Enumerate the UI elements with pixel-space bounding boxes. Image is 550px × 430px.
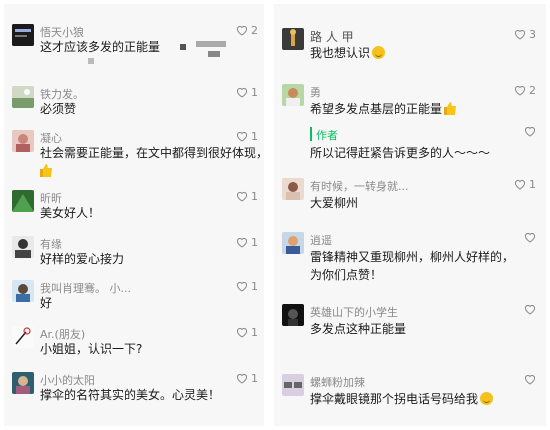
commenter-name[interactable]: 路 人 甲 [310, 28, 354, 45]
like-count: 1 [251, 190, 258, 203]
commenter-name[interactable]: 英雄山下的小学生 [310, 304, 398, 320]
smile-emoji [480, 392, 494, 405]
like-button[interactable]: 1 [236, 236, 258, 249]
like-button[interactable] [524, 374, 536, 385]
heart-outline-icon [515, 180, 525, 190]
like-count: 1 [251, 130, 258, 143]
like-button[interactable]: 1 [236, 280, 258, 293]
like-button[interactable]: 1 [236, 190, 258, 203]
like-button[interactable]: 1 [236, 86, 258, 99]
avatar[interactable] [12, 326, 34, 348]
comment-text-wrap: 撑伞戴眼镜那个拐电话号码给我 [310, 390, 494, 408]
avatar[interactable] [282, 232, 304, 254]
comment-text-wrap: 希望多发点基层的正能量 [310, 100, 457, 118]
comment-text: 撑伞的名符其实的美女。心灵美！ [40, 388, 221, 402]
thumbs-up-emoji [444, 102, 457, 115]
like-count: 1 [251, 86, 258, 99]
heart-outline-icon [515, 30, 525, 40]
heart-outline-icon [515, 86, 525, 96]
avatar[interactable] [282, 84, 304, 106]
avatar[interactable] [282, 374, 304, 396]
avatar[interactable] [12, 24, 34, 46]
heart-outline-icon [237, 238, 247, 248]
heart-outline-icon [237, 374, 247, 384]
comment-text: 美女好人！ [40, 206, 101, 220]
commenter-name[interactable]: 螺蛳粉加辣 [310, 374, 365, 390]
like-count: 1 [251, 280, 258, 293]
comment-text: 社会需要正能量，在文中都得到很好体现， [40, 146, 264, 160]
avatar[interactable] [282, 28, 304, 50]
like-button[interactable]: 3 [514, 28, 536, 41]
avatar[interactable] [12, 236, 34, 258]
like-button[interactable] [524, 232, 536, 243]
comment-text: 雷锋精神又重现柳州，柳州人好样的， [310, 250, 515, 264]
right-comments-panel: 路 人 甲 我也想认识 3 勇 希望多发点基层的正能量 2 作者 所以记得赶紧告… [274, 4, 546, 426]
redaction-mark [180, 44, 186, 50]
avatar[interactable] [282, 304, 304, 326]
comment-text: 为你们点赞！ [310, 268, 383, 282]
heart-outline-icon [525, 127, 535, 137]
commenter-name[interactable]: 我叫肖理骞。 小... [40, 280, 131, 296]
like-count: 2 [251, 24, 258, 37]
heart-outline-icon [525, 233, 535, 243]
author-reply-text: 所以记得赶紧告诉更多的人～～～ [310, 146, 491, 160]
heart-outline-icon [237, 132, 247, 142]
comment-text: 好样的爱心接力 [40, 252, 125, 266]
like-count: 2 [529, 84, 536, 97]
author-label: 作者 [316, 129, 338, 142]
commenter-name[interactable]: 勇 [310, 84, 321, 100]
comment-text: 多发点这种正能量 [310, 322, 407, 336]
like-button[interactable]: 1 [236, 130, 258, 143]
heart-outline-icon [237, 88, 247, 98]
reply-like-button[interactable] [524, 126, 536, 137]
comment-text: 我也想认识 [310, 46, 371, 60]
comment-text: 撑伞戴眼镜那个拐电话号码给我 [310, 392, 479, 406]
heart-outline-icon [525, 375, 535, 385]
commenter-name[interactable]: 有时候，一转身就... [310, 178, 409, 194]
like-count: 1 [251, 372, 258, 385]
author-reply-marker [310, 127, 312, 141]
comment-text: 大爱柳州 [310, 196, 359, 210]
smile-emoji [372, 46, 386, 59]
like-button[interactable]: 2 [514, 84, 536, 97]
left-comments-panel: 悟天小狼 这才应该多发的正能量 2 铁力发。 必须赞 1 凝心 社会需要正能量，… [4, 4, 264, 426]
like-count: 1 [251, 236, 258, 249]
comment-text: 好 [40, 296, 53, 310]
like-button[interactable] [524, 304, 536, 315]
like-count: 1 [251, 326, 258, 339]
avatar[interactable] [12, 372, 34, 394]
avatar[interactable] [282, 178, 304, 200]
thumbs-up-emoji [40, 164, 52, 177]
like-count: 1 [529, 178, 536, 191]
comment-text: 小姐姐，认识一下? [40, 342, 143, 356]
like-button[interactable]: 1 [236, 372, 258, 385]
avatar[interactable] [12, 86, 34, 108]
redaction-mark [196, 41, 226, 47]
like-button[interactable]: 1 [514, 178, 536, 191]
redaction-mark [88, 58, 94, 64]
like-count: 3 [529, 28, 536, 41]
comment-text: 这才应该多发的正能量 [40, 40, 161, 54]
heart-outline-icon [237, 192, 247, 202]
avatar[interactable] [12, 130, 34, 152]
commenter-name[interactable]: 逍遥 [310, 232, 332, 248]
like-button[interactable]: 1 [236, 326, 258, 339]
avatar[interactable] [12, 280, 34, 302]
avatar[interactable] [12, 190, 34, 212]
like-button[interactable]: 2 [236, 24, 258, 37]
heart-outline-icon [237, 26, 247, 36]
heart-outline-icon [525, 305, 535, 315]
heart-outline-icon [237, 328, 247, 338]
comment-text: 必须赞 [40, 102, 77, 116]
comment-text-wrap: 我也想认识 [310, 44, 386, 62]
heart-outline-icon [237, 282, 247, 292]
comment-text: 希望多发点基层的正能量 [310, 102, 443, 116]
redaction-mark [208, 51, 220, 57]
